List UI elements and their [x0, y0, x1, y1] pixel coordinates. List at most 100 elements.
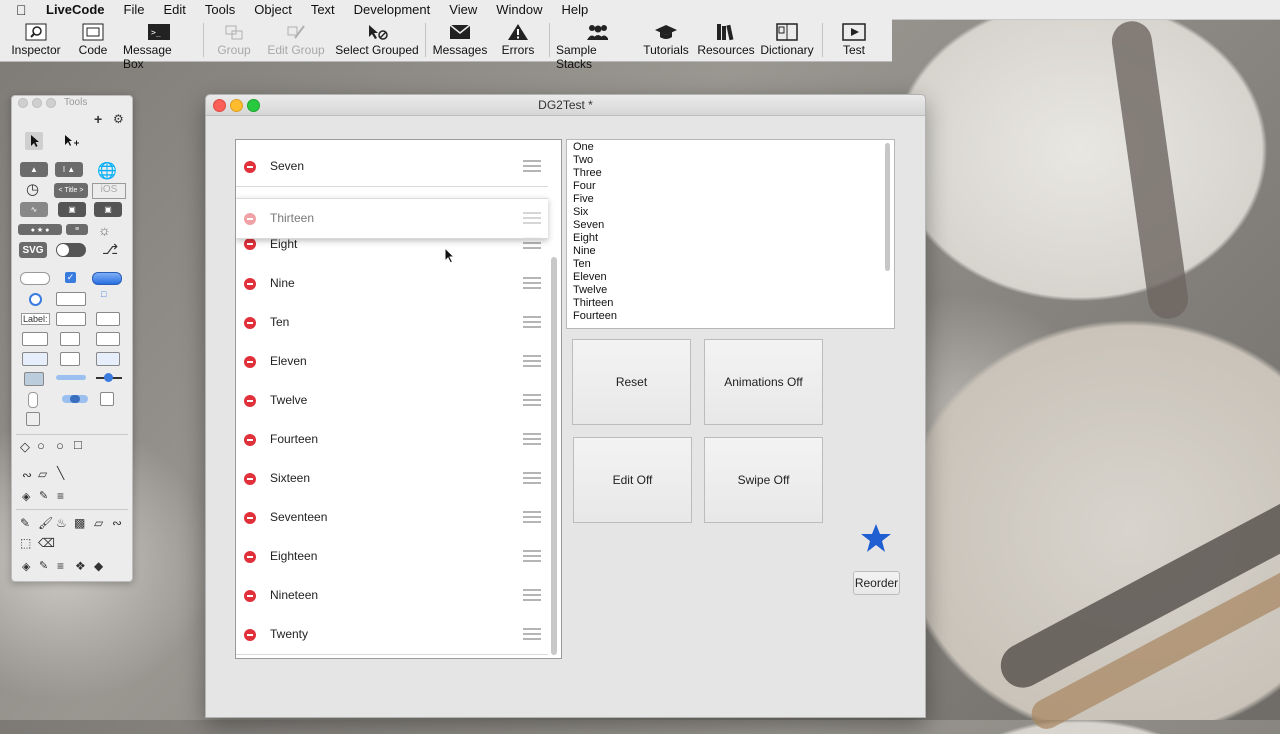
checkbox-tool[interactable]: ✓ — [65, 272, 76, 283]
list-item[interactable]: Eighteen — [236, 537, 548, 577]
delete-icon[interactable] — [244, 317, 256, 329]
scrolling-list-field[interactable]: One Two Three Four Five Six Seven Eight … — [566, 139, 895, 329]
datagrid[interactable]: Seven Eight Nine Ten Eleven Twelve Fourt… — [235, 139, 562, 659]
inspector-button[interactable]: Inspector — [10, 19, 62, 61]
delete-icon[interactable] — [244, 590, 256, 602]
spinner-icon[interactable]: ☼ — [98, 222, 111, 238]
pulldown-menu-tool[interactable] — [60, 352, 80, 366]
menu-help[interactable]: Help — [561, 2, 588, 17]
list-field-tool[interactable] — [60, 332, 80, 346]
scrolling-field-tool[interactable] — [96, 312, 120, 326]
gear-icon[interactable]: ⚙ — [113, 112, 124, 126]
pen-color-icon[interactable]: ✎ — [39, 489, 48, 502]
dictionary-button[interactable]: Dictionary — [759, 19, 815, 61]
list-item[interactable]: Nine — [236, 264, 548, 304]
group-button[interactable]: Group — [214, 19, 254, 61]
reorder-button[interactable]: Reorder — [853, 571, 900, 595]
minimize-icon[interactable] — [32, 98, 42, 108]
menu-development[interactable]: Development — [354, 2, 431, 17]
delete-icon[interactable] — [244, 473, 256, 485]
resources-button[interactable]: Resources — [697, 19, 755, 61]
menu-file[interactable]: File — [124, 2, 145, 17]
menubar-tool[interactable] — [24, 372, 44, 386]
combo-box-tool[interactable] — [96, 352, 120, 366]
line-width-icon[interactable]: ≡ — [57, 489, 64, 503]
code-button[interactable]: Code — [75, 19, 111, 61]
android-widget-icon[interactable]: ▲ — [20, 162, 48, 177]
select-grouped-button[interactable]: Select Grouped — [335, 19, 419, 61]
drag-handle-icon[interactable] — [523, 589, 541, 601]
delete-icon[interactable] — [244, 395, 256, 407]
apple-icon[interactable]:  — [16, 2, 32, 18]
list-widget-icon[interactable]: ≡ — [66, 224, 88, 235]
zoom-window-icon[interactable] — [247, 99, 260, 112]
select-rect-icon[interactable]: ⬚ — [20, 536, 31, 550]
default-button-tool[interactable] — [92, 272, 122, 285]
polygon-icon[interactable]: ▱ — [38, 467, 47, 481]
tools-titlebar[interactable]: Tools — [12, 96, 132, 110]
brush-icon[interactable]: 🖌 — [38, 516, 53, 530]
drag-handle-icon[interactable] — [523, 472, 541, 484]
delete-icon[interactable] — [244, 213, 256, 225]
messages-button[interactable]: Messages — [432, 19, 488, 61]
list-item[interactable]: Fourteen — [236, 420, 548, 460]
zoom-icon[interactable] — [46, 98, 56, 108]
progress-bar-tool[interactable] — [56, 375, 86, 380]
fill-color-icon[interactable]: ◈ — [22, 490, 30, 503]
drag-handle-icon[interactable] — [523, 511, 541, 523]
player-tool[interactable] — [26, 412, 40, 426]
menu-app-name[interactable]: LiveCode — [46, 2, 105, 17]
table-field-tool[interactable] — [22, 332, 48, 346]
radio-tool[interactable] — [29, 293, 42, 306]
animations-off-button[interactable]: Animations Off — [704, 339, 823, 425]
list-item[interactable]: Twenty — [236, 615, 548, 655]
list-item[interactable]: Sixteen — [236, 459, 548, 499]
ios-widget-icon[interactable]: iOS — [92, 183, 126, 199]
browser-icon[interactable]: ▣ — [58, 202, 86, 217]
label-tool[interactable]: Label: — [21, 313, 50, 325]
drag-handle-icon[interactable] — [523, 394, 541, 406]
curve-paint-icon[interactable]: ∾ — [112, 516, 122, 530]
image-tool[interactable] — [100, 392, 114, 406]
menu-window[interactable]: Window — [496, 2, 542, 17]
pencil-icon[interactable]: ✎ — [20, 516, 30, 530]
menu-edit[interactable]: Edit — [163, 2, 185, 17]
player-icon[interactable]: ▣ — [94, 202, 122, 217]
drag-handle-icon[interactable] — [523, 355, 541, 367]
swipe-off-button[interactable]: Swipe Off — [704, 437, 823, 523]
tree-icon[interactable]: ⎇ — [102, 241, 118, 258]
edit-group-button[interactable]: Edit Group — [267, 19, 325, 61]
eraser-icon[interactable]: ⌫ — [38, 536, 55, 550]
reset-button[interactable]: Reset — [572, 339, 691, 425]
text-field-tool[interactable] — [56, 312, 86, 326]
dragging-row[interactable]: Thirteen — [236, 198, 548, 239]
drag-handle-icon[interactable] — [523, 316, 541, 328]
list-item[interactable]: Seventeen — [236, 498, 548, 538]
delete-icon[interactable] — [244, 278, 256, 290]
line-icon[interactable]: ╲ — [57, 466, 64, 480]
message-box-button[interactable]: >_ Message Box — [123, 19, 195, 71]
stepper-tool[interactable] — [28, 392, 38, 408]
list-item[interactable]: Eleven — [236, 342, 548, 382]
close-icon[interactable] — [18, 98, 28, 108]
drag-handle-icon[interactable] — [523, 550, 541, 562]
test-button[interactable]: Test — [838, 19, 870, 61]
list-item[interactable]: Twelve — [236, 381, 548, 421]
close-window-icon[interactable] — [213, 99, 226, 112]
globe-icon[interactable]: 🌐 — [97, 161, 117, 181]
list-item[interactable]: Ten — [236, 303, 548, 343]
slider-tool[interactable] — [96, 373, 122, 382]
field-scrollbar[interactable] — [885, 143, 890, 271]
tutorials-button[interactable]: Tutorials — [643, 19, 689, 61]
star-icon[interactable] — [860, 523, 892, 553]
option-menu-tool[interactable] — [22, 352, 48, 366]
menu-text[interactable]: Text — [311, 2, 335, 17]
sample-stacks-button[interactable]: Sample Stacks — [556, 19, 636, 71]
pen-color-2-icon[interactable]: ✎ — [39, 559, 48, 572]
brush-shape-icon[interactable]: ◆ — [94, 559, 103, 573]
circle-shape-icon[interactable]: ○ — [56, 438, 64, 453]
drag-handle-icon[interactable] — [523, 433, 541, 445]
spray-icon[interactable]: ▩ — [74, 516, 85, 530]
bucket-icon[interactable]: ♨ — [56, 516, 67, 530]
tab-panel-tool[interactable]: □ — [101, 289, 106, 299]
